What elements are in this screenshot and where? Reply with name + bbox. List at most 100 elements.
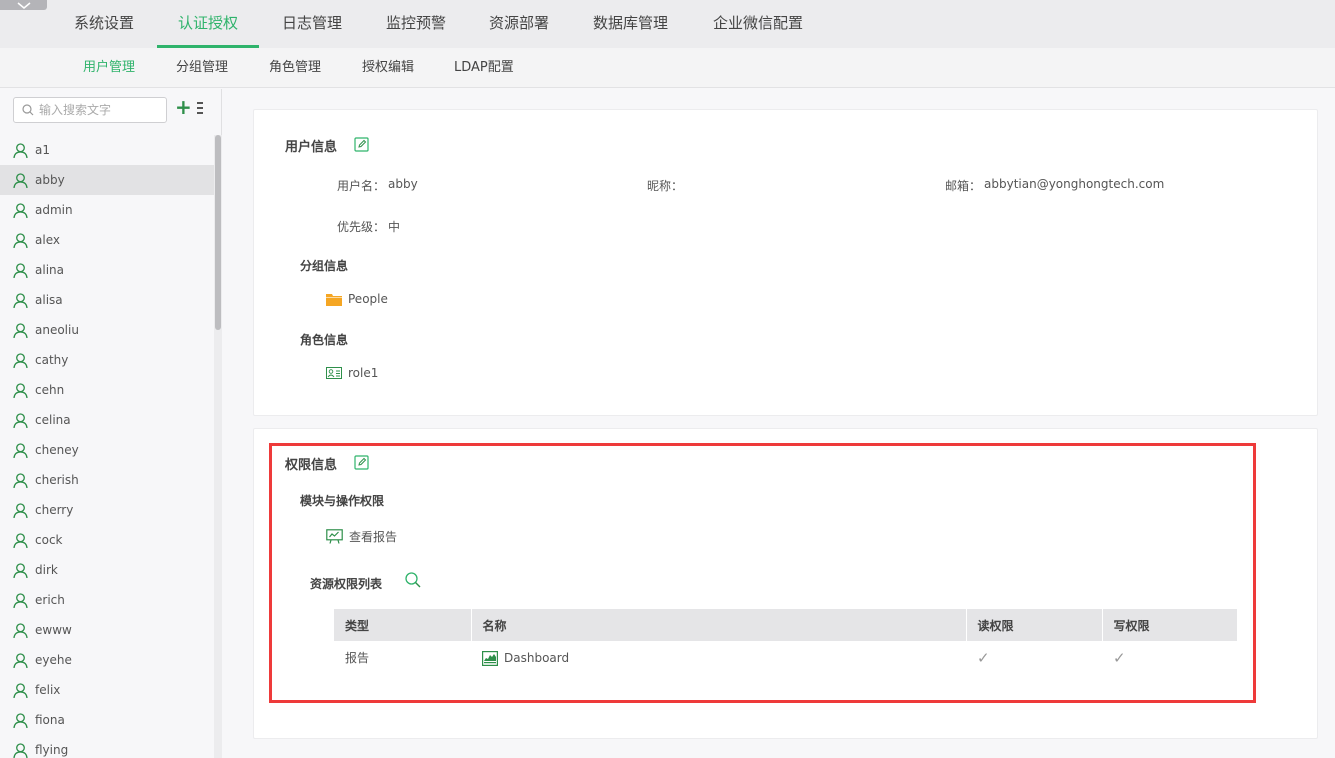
priority-value: 中	[388, 220, 401, 234]
user-info-title: 用户信息	[285, 140, 338, 155]
user-list-item[interactable]: aneoliu	[0, 315, 214, 345]
dashboard-name[interactable]: Dashboard	[504, 651, 569, 665]
subtab-ldap-config[interactable]: LDAP配置	[454, 48, 514, 88]
user-list-item[interactable]: flying	[0, 735, 214, 758]
view-report-icon	[326, 529, 343, 544]
edit-user-info-icon[interactable]	[354, 137, 369, 152]
user-list-scrollbar[interactable]	[214, 135, 222, 758]
header-type: 类型	[334, 609, 472, 641]
user-name: aneoliu	[35, 323, 79, 337]
user-list-item[interactable]: alex	[0, 225, 214, 255]
edit-permission-icon[interactable]	[354, 455, 369, 470]
user-icon	[13, 202, 28, 218]
dashboard-icon	[482, 650, 498, 666]
user-name: a1	[35, 143, 50, 157]
tab-monitor-alert[interactable]: 监控预警	[365, 0, 467, 48]
user-name: alina	[35, 263, 64, 277]
user-list-item[interactable]: cherish	[0, 465, 214, 495]
user-icon	[13, 622, 28, 638]
user-icon	[13, 442, 28, 458]
user-list: a1 abby admin alex alina alisa aneoliu cathy ceh…	[0, 135, 214, 758]
module-permission-title: 模块与操作权限	[300, 494, 385, 508]
user-list-item[interactable]: cherry	[0, 495, 214, 525]
cell-name: Dashboard	[471, 641, 966, 675]
sub-nav: 用户管理 分组管理 角色管理 授权编辑 LDAP配置	[0, 48, 1335, 88]
user-icon	[13, 592, 28, 608]
user-search-input[interactable]	[39, 103, 159, 117]
user-list-item[interactable]: celina	[0, 405, 214, 435]
role-card-icon	[326, 367, 342, 379]
user-icon	[13, 682, 28, 698]
user-icon	[13, 232, 28, 248]
folder-icon	[326, 293, 342, 306]
user-name: fiona	[35, 713, 65, 727]
user-list-item[interactable]: admin	[0, 195, 214, 225]
user-list-item[interactable]: erich	[0, 585, 214, 615]
tab-system-settings[interactable]: 系统设置	[53, 0, 155, 48]
user-list-item[interactable]: fiona	[0, 705, 214, 735]
user-list-item[interactable]: cathy	[0, 345, 214, 375]
user-name: dirk	[35, 563, 58, 577]
header-read: 读权限	[966, 609, 1103, 641]
user-list-item[interactable]: ewww	[0, 615, 214, 645]
user-list-item[interactable]: dirk	[0, 555, 214, 585]
group-info-title: 分组信息	[300, 259, 349, 273]
priority-label: 优先级：	[337, 220, 386, 234]
email-label: 邮箱：	[945, 179, 982, 193]
user-info-card: 用户信息 用户名： abby 昵称： 邮箱： abbytian@yonghong…	[253, 109, 1318, 416]
user-name: celina	[35, 413, 71, 427]
user-icon	[13, 292, 28, 308]
tab-database-management[interactable]: 数据库管理	[572, 0, 689, 48]
resource-search-icon[interactable]	[405, 572, 421, 588]
user-name: alisa	[35, 293, 63, 307]
user-name: admin	[35, 203, 73, 217]
user-name: abby	[35, 173, 65, 187]
subtab-role-management[interactable]: 角色管理	[269, 48, 321, 88]
tab-log-management[interactable]: 日志管理	[261, 0, 363, 48]
user-list-item[interactable]: felix	[0, 675, 214, 705]
user-name: eyehe	[35, 653, 72, 667]
cell-type: 报告	[345, 651, 370, 665]
table-row[interactable]: 报告 Dashboard ✓ ✓	[334, 641, 1237, 675]
scrollbar-thumb[interactable]	[215, 135, 221, 330]
user-search-box[interactable]	[13, 97, 167, 123]
search-icon	[22, 104, 34, 116]
user-icon	[13, 502, 28, 518]
user-name: ewww	[35, 623, 72, 637]
module-permission-name: 查看报告	[349, 530, 398, 544]
more-menu-button[interactable]	[197, 102, 205, 116]
resource-permission-title: 资源权限列表	[310, 577, 383, 591]
user-icon	[13, 352, 28, 368]
tab-wechat-config[interactable]: 企业微信配置	[692, 0, 824, 48]
user-name: cherish	[35, 473, 79, 487]
user-list-item[interactable]: cehn	[0, 375, 214, 405]
user-icon	[13, 742, 28, 758]
add-user-button[interactable]: +	[175, 97, 192, 117]
user-list-item[interactable]: cock	[0, 525, 214, 555]
user-icon	[13, 172, 28, 188]
nickname-label: 昵称：	[647, 179, 684, 193]
top-nav: 系统设置 认证授权 日志管理 监控预警 资源部署 数据库管理 企业微信配置	[0, 0, 1335, 48]
user-icon	[13, 412, 28, 428]
role-name: role1	[348, 366, 379, 380]
tab-auth[interactable]: 认证授权	[157, 0, 260, 48]
user-list-item[interactable]: abby	[0, 165, 214, 195]
group-name: People	[348, 292, 388, 306]
user-list-item[interactable]: alina	[0, 255, 214, 285]
user-list-item[interactable]: alisa	[0, 285, 214, 315]
chevron-down-icon	[17, 1, 30, 9]
subtab-auth-edit[interactable]: 授权编辑	[362, 48, 414, 88]
collapse-toggle[interactable]	[0, 0, 47, 10]
user-list-item[interactable]: a1	[0, 135, 214, 165]
email-value: abbytian@yonghongtech.com	[984, 177, 1165, 191]
tab-resource-deploy[interactable]: 资源部署	[468, 0, 570, 48]
user-name: cathy	[35, 353, 69, 367]
user-list-item[interactable]: eyehe	[0, 645, 214, 675]
user-name: erich	[35, 593, 65, 607]
user-name: cheney	[35, 443, 79, 457]
subtab-user-management[interactable]: 用户管理	[83, 48, 135, 88]
user-icon	[13, 712, 28, 728]
user-name: cehn	[35, 383, 65, 397]
user-list-item[interactable]: cheney	[0, 435, 214, 465]
subtab-group-management[interactable]: 分组管理	[176, 48, 228, 88]
